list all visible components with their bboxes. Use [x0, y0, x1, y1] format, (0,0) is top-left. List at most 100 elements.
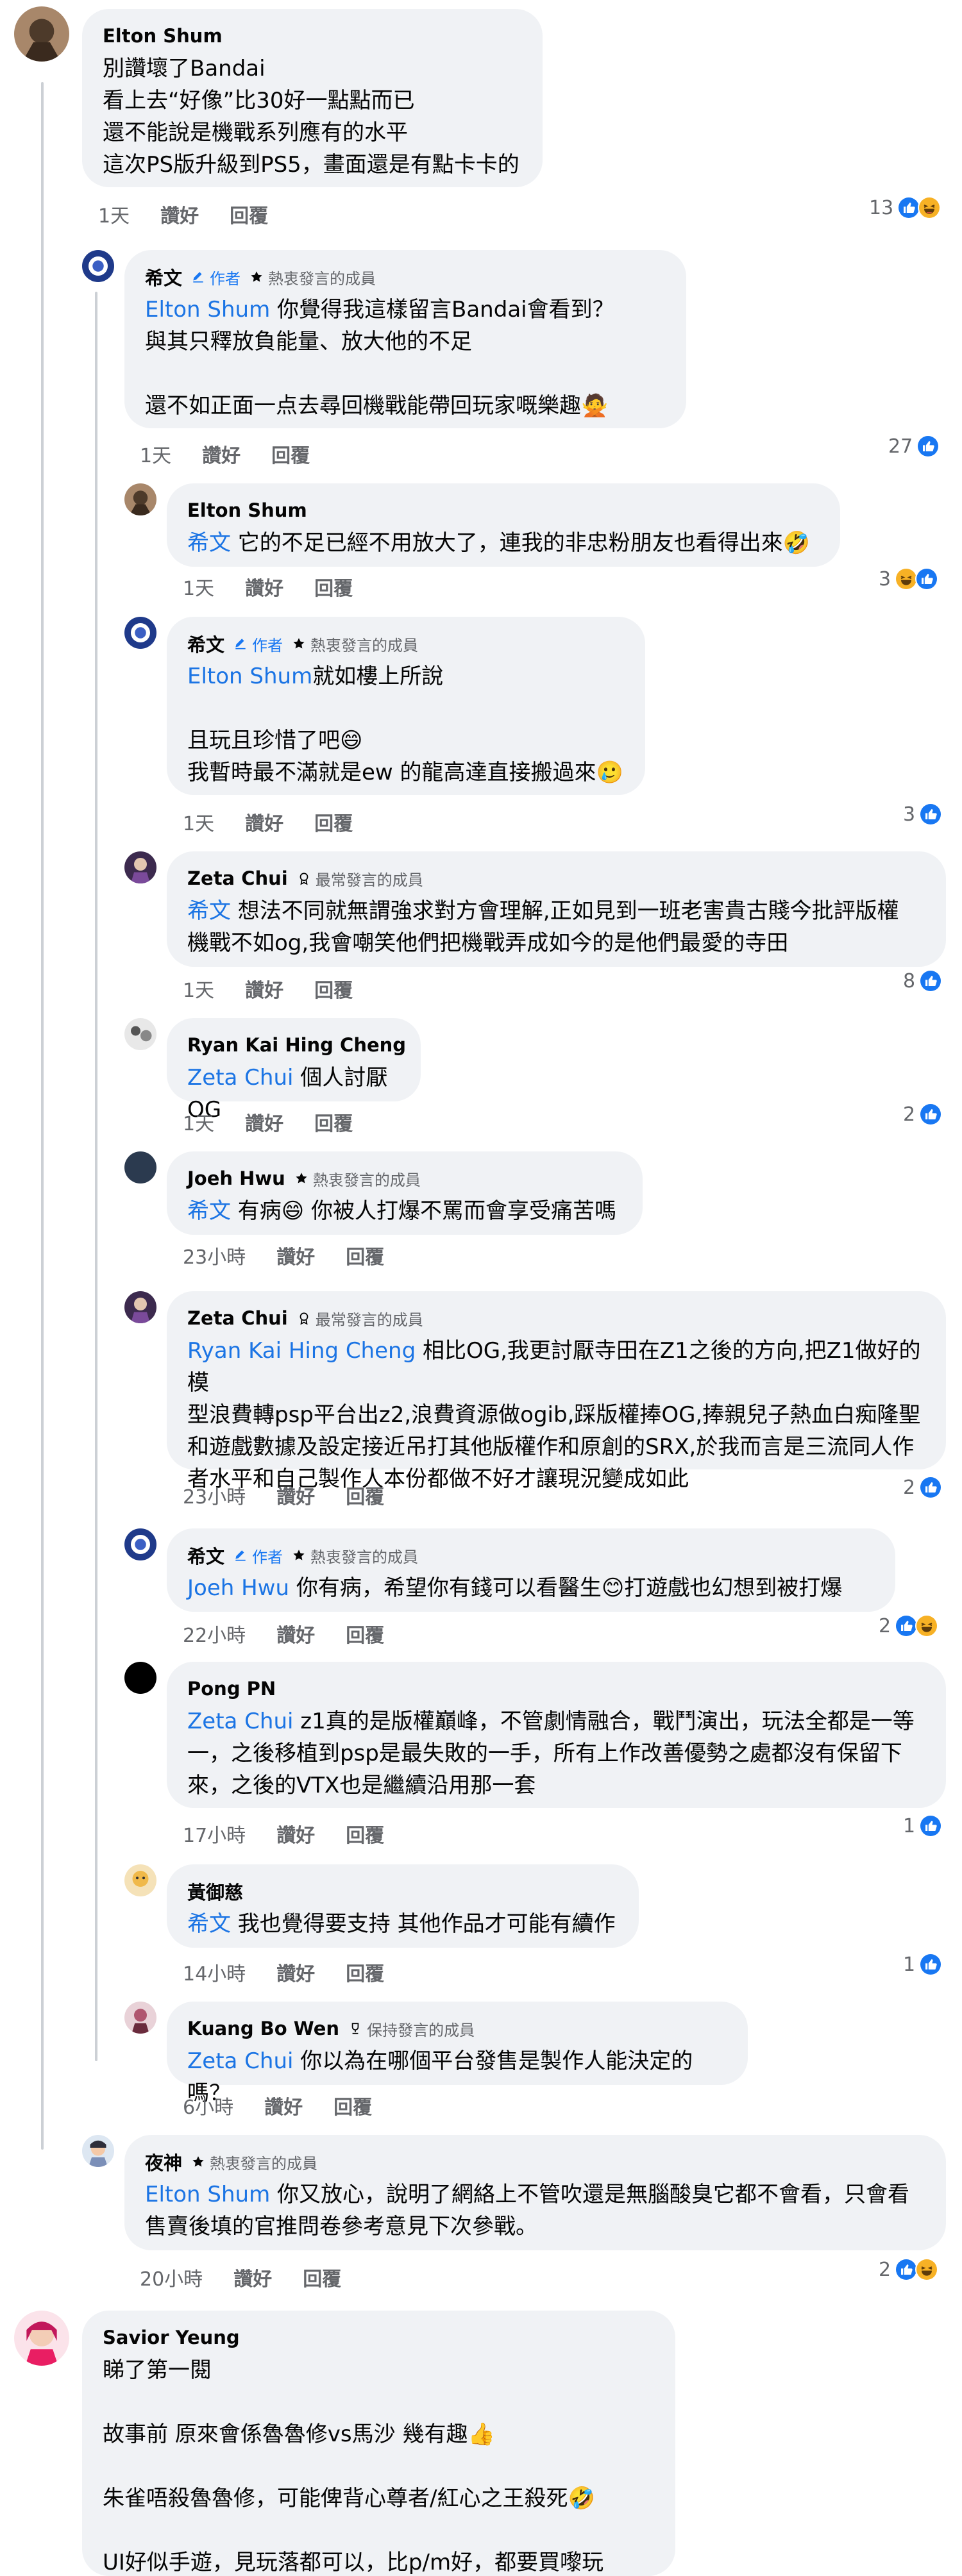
commenter-name[interactable]: Joeh Hwu: [187, 1167, 285, 1189]
like-button[interactable]: 讚好: [245, 573, 283, 601]
comment-bubble: Zeta Chui 最常發言的成員 Ryan Kai Hing Cheng 相比…: [167, 1291, 946, 1492]
mention-link[interactable]: Elton Shum: [145, 2182, 270, 2207]
reply-button[interactable]: 回覆: [346, 1958, 384, 1986]
reply-button[interactable]: 回覆: [333, 2091, 372, 2120]
reaction-summary[interactable]: 13: [869, 196, 941, 219]
reply-button[interactable]: 回覆: [314, 1108, 353, 1136]
avatar[interactable]: [82, 2135, 114, 2167]
commenter-name[interactable]: Elton Shum: [187, 499, 307, 521]
commenter-name[interactable]: Savior Yeung: [103, 2327, 240, 2348]
like-button[interactable]: 讚好: [276, 1819, 315, 1848]
comment-time[interactable]: 1天: [183, 974, 214, 1003]
member-badge: 熱衷發言的成員: [249, 266, 376, 289]
comment-time[interactable]: 1天: [183, 573, 214, 601]
avatar[interactable]: [124, 1662, 156, 1694]
mention-link[interactable]: Elton Shum: [187, 664, 312, 689]
comment-time[interactable]: 1天: [140, 440, 171, 468]
avatar[interactable]: [124, 1151, 156, 1183]
like-icon: [919, 969, 943, 992]
reaction-summary[interactable]: 1: [903, 1814, 943, 1837]
comment-time[interactable]: 1天: [98, 200, 130, 228]
comment-time[interactable]: 22小時: [183, 1619, 246, 1648]
reply-button[interactable]: 回覆: [346, 1241, 384, 1269]
like-button[interactable]: 讚好: [245, 1108, 283, 1136]
reply-button[interactable]: 回覆: [346, 1619, 384, 1648]
comment-actions: 1天 讚好 回覆: [183, 808, 384, 836]
mention-link[interactable]: 希文: [187, 530, 231, 556]
reaction-summary[interactable]: 2: [903, 1103, 943, 1126]
commenter-name[interactable]: Elton Shum: [103, 25, 223, 47]
reaction-summary[interactable]: 8: [903, 969, 943, 992]
avatar[interactable]: [14, 2311, 69, 2366]
commenter-name[interactable]: Zeta Chui: [187, 1307, 288, 1329]
reaction-summary[interactable]: 2: [879, 1614, 939, 1637]
avatar[interactable]: [124, 483, 156, 515]
like-button[interactable]: 讚好: [233, 2263, 272, 2291]
commenter-name[interactable]: 希文: [187, 630, 224, 657]
avatar[interactable]: [124, 1528, 156, 1560]
reply-button[interactable]: 回覆: [346, 1819, 384, 1848]
like-button[interactable]: 讚好: [245, 808, 283, 836]
mention-link[interactable]: 希文: [187, 1198, 231, 1224]
reaction-summary[interactable]: 3: [879, 567, 939, 590]
like-button[interactable]: 讚好: [276, 1241, 315, 1269]
reply-button[interactable]: 回覆: [314, 573, 353, 601]
avatar[interactable]: [124, 1018, 156, 1050]
reply-button[interactable]: 回覆: [314, 974, 353, 1003]
avatar[interactable]: [124, 851, 156, 883]
comment-time[interactable]: 23小時: [183, 1481, 246, 1509]
commenter-name[interactable]: Zeta Chui: [187, 867, 288, 889]
avatar[interactable]: [124, 1291, 156, 1323]
reply-button[interactable]: 回覆: [271, 440, 310, 468]
reply-button[interactable]: 回覆: [303, 2263, 341, 2291]
commenter-name[interactable]: 希文: [145, 263, 182, 290]
avatar[interactable]: [124, 1864, 156, 1896]
like-button[interactable]: 讚好: [276, 1619, 315, 1648]
star-icon: [251, 271, 262, 282]
like-button[interactable]: 讚好: [276, 1481, 315, 1509]
reply-button[interactable]: 回覆: [314, 808, 353, 836]
like-button[interactable]: 讚好: [276, 1958, 315, 1986]
mention-link[interactable]: Zeta Chui: [187, 1065, 293, 1091]
commenter-name[interactable]: Kuang Bo Wen: [187, 2018, 339, 2039]
comment-time[interactable]: 17小時: [183, 1819, 246, 1848]
mention-link[interactable]: Joeh Hwu: [187, 1575, 289, 1601]
reaction-summary[interactable]: 3: [903, 803, 943, 826]
reply-button[interactable]: 回覆: [230, 200, 268, 228]
mention-link[interactable]: Elton Shum: [145, 297, 270, 322]
comment-time[interactable]: 14小時: [183, 1958, 246, 1986]
commenter-name[interactable]: 黃御慈: [187, 1878, 243, 1905]
commenter-name[interactable]: Pong PN: [187, 1678, 276, 1700]
commenter-name[interactable]: 夜神: [145, 2148, 182, 2175]
comment-text: 希文 我也覺得要支持 其他作品才可能有續作: [187, 1911, 616, 1937]
star-icon: [192, 2156, 204, 2167]
comment-time[interactable]: 23小時: [183, 1241, 246, 1269]
mention-link[interactable]: 希文: [187, 1911, 231, 1937]
mention-link[interactable]: Zeta Chui: [187, 1709, 293, 1734]
commenter-name[interactable]: 希文: [187, 1542, 224, 1569]
avatar[interactable]: [124, 2002, 156, 2034]
avatar[interactable]: [14, 6, 69, 62]
member-badge: 熱衷發言的成員: [292, 633, 418, 655]
comment-time[interactable]: 1天: [183, 1108, 214, 1136]
reply-button[interactable]: 回覆: [346, 1481, 384, 1509]
like-button[interactable]: 讚好: [202, 440, 240, 468]
comment-bubble: Ryan Kai Hing Cheng Zeta Chui 個人討厭OG: [167, 1018, 421, 1123]
avatar[interactable]: [82, 250, 114, 282]
reaction-summary[interactable]: 2: [903, 1476, 943, 1499]
mention-link[interactable]: Ryan Kai Hing Cheng: [187, 1338, 416, 1364]
reaction-summary[interactable]: 27: [888, 435, 940, 458]
commenter-name[interactable]: Ryan Kai Hing Cheng: [187, 1034, 406, 1056]
comment-time[interactable]: 6小時: [183, 2091, 233, 2120]
comment-time[interactable]: 1天: [183, 808, 214, 836]
reaction-summary[interactable]: 2: [879, 2258, 939, 2281]
like-button[interactable]: 讚好: [160, 200, 199, 228]
reaction-summary[interactable]: 1: [903, 1953, 943, 1976]
like-button[interactable]: 讚好: [264, 2091, 303, 2120]
comment-time[interactable]: 20小時: [140, 2263, 203, 2291]
mention-link[interactable]: 希文: [187, 898, 231, 924]
avatar[interactable]: [124, 617, 156, 649]
mention-link[interactable]: Zeta Chui: [187, 2048, 293, 2074]
like-icon: [919, 1953, 943, 1976]
like-button[interactable]: 讚好: [245, 974, 283, 1003]
